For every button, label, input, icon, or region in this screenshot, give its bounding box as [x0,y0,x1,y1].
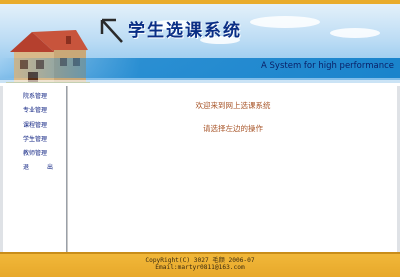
sidebar-item-department[interactable]: 院系管理 [4,90,66,104]
cursor-arrow-icon [100,18,123,43]
sidebar-edge [0,86,3,252]
welcome-message: 欢迎来到网上选课系统 [195,101,271,110]
sidebar-menu: 院系管理 专业管理 课程管理 学生管理 教师管理 退 出 [4,86,66,176]
footer: CopyRight(C) 3027 毛颜 2006-07 Email:marty… [0,252,400,277]
footer-separator [0,252,400,254]
sidebar-item-student[interactable]: 学生管理 [4,133,66,147]
sidebar-item-logout[interactable]: 退 出 [4,161,66,175]
sidebar-item-teacher[interactable]: 教师管理 [4,147,66,161]
app-title: 学生选课系统 [128,21,242,41]
copyright-text: CopyRight(C) 3027 毛颜 2006-07 [145,257,255,264]
app-window: 学生选课系统 A System for high performance 院系管… [0,0,400,277]
contact-email: Email:martyr0811@163.com [155,264,245,271]
cloud-decoration [250,16,320,28]
top-accent-line [0,0,400,4]
tagline: A System for high performance [261,61,394,71]
banner-bottom-line [0,80,400,83]
header-banner: 学生选课系统 A System for high performance [0,0,400,83]
main-content: 欢迎来到网上选课系统 请选择左边的操作 [67,86,398,252]
sidebar-item-major[interactable]: 专业管理 [4,104,66,118]
cloud-decoration [330,28,380,38]
instruction-message: 请选择左边的操作 [203,124,263,133]
sidebar-item-course[interactable]: 课程管理 [4,119,66,133]
sidebar-nav: 院系管理 专业管理 课程管理 学生管理 教师管理 退 出 [4,86,67,252]
